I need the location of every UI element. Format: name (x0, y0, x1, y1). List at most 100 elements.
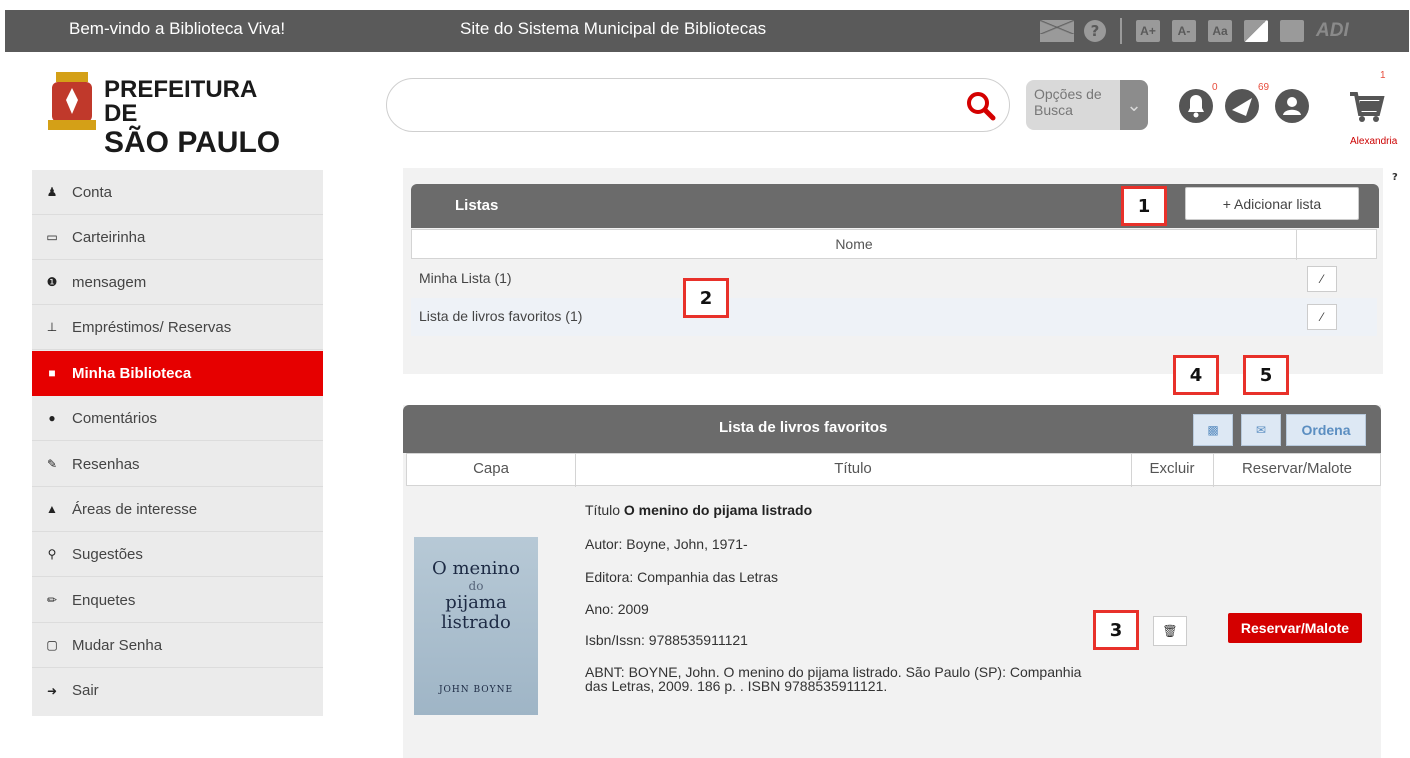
print-button[interactable]: ▩ (1193, 414, 1233, 446)
username[interactable]: Alexandria (1350, 136, 1397, 147)
info-icon: ❶ (46, 275, 58, 289)
callout-4: 4 (1173, 355, 1219, 395)
reserve-button[interactable]: Reservar/Malote (1228, 613, 1362, 643)
sidebar-item-label: Comentários (72, 409, 158, 427)
callout-5: 5 (1243, 355, 1289, 395)
sidebar-item-label: Minha Biblioteca (72, 364, 192, 382)
top-bar-icons: ? A+ A- Aa ADI (1040, 16, 1349, 46)
book-publisher: Editora: Companhia das Letras (585, 569, 778, 585)
top-bar: Bem-vindo a Biblioteca Viva! Site do Sis… (5, 10, 1409, 52)
sidebar-item-label: Mudar Senha (72, 636, 163, 654)
help-link[interactable]: ? (1392, 172, 1398, 183)
chevron-down-icon: ⌄ (1120, 80, 1148, 130)
edit-icon: ✏ (46, 593, 58, 607)
comment-icon: ● (48, 411, 56, 425)
cover-author: JOHN BOYNE (438, 685, 514, 695)
favorites-panel-header: Lista de livros favoritos (403, 405, 1381, 453)
sidebar-item-minha-biblioteca[interactable]: ■ Minha Biblioteca (32, 351, 323, 396)
user-icon: ♟ (46, 185, 58, 199)
lists-table-header: Nome (411, 229, 1377, 260)
cover-title-line: listrado (441, 612, 511, 633)
divider (1120, 18, 1122, 44)
edit-icon[interactable]: ⁄ (1307, 304, 1337, 330)
book-year: Ano: 2009 (585, 601, 649, 617)
site-link[interactable]: Site do Sistema Municipal de Bibliotecas (460, 19, 766, 39)
delete-button[interactable]: 🗑 (1153, 616, 1187, 646)
lists-panel-title: Listas (455, 197, 499, 214)
list-row[interactable]: Lista de livros favoritos (1) ⁄ (411, 298, 1377, 336)
sidebar-item-label: Sugestões (72, 545, 143, 563)
user-icon[interactable] (1272, 86, 1312, 126)
column-name: Nome (835, 236, 873, 252)
book-abnt: ABNT: BOYNE, John. O menino do pijama li… (585, 664, 1082, 694)
sign-out-icon: ➜ (46, 683, 58, 698)
notifications-badge: 0 (1212, 82, 1218, 93)
sidebar-item-resenhas[interactable]: ✎ Resenhas (32, 442, 323, 487)
message-icon[interactable] (1222, 86, 1262, 126)
cart-badge: 1 (1380, 70, 1386, 81)
cover-title-line: O menino (432, 558, 520, 579)
font-increase-icon[interactable]: A+ (1136, 20, 1160, 42)
lock-icon: ▢ (46, 638, 58, 652)
book-cover[interactable]: O menino do pijama listrado JOHN BOYNE (414, 537, 538, 715)
bell-icon[interactable] (1176, 86, 1216, 126)
envelope-icon: ✉ (1255, 423, 1267, 437)
logo-text: PREFEITURA DE SÃO PAULO (104, 78, 288, 158)
edit-icon[interactable]: ⁄ (1307, 266, 1337, 292)
search-icon[interactable] (965, 90, 997, 122)
cover-title: O menino do pijama listrado (414, 559, 538, 633)
sidebar-item-enquetes[interactable]: ✏ Enquetes (32, 578, 323, 623)
column-titulo: Título (834, 460, 872, 477)
sidebar-item-comentarios[interactable]: ● Comentários (32, 396, 323, 441)
sort-button[interactable]: Ordena (1286, 414, 1366, 446)
help-icon[interactable]: ? (1084, 20, 1106, 42)
sidebar-item-areas[interactable]: ▲ Áreas de interesse (32, 487, 323, 532)
column-capa: Capa (473, 460, 509, 477)
column-reservar: Reservar/Malote (1241, 460, 1353, 477)
list-name[interactable]: Lista de livros favoritos (1) (419, 308, 582, 324)
list-row[interactable]: Minha Lista (1) ⁄ (411, 260, 1377, 298)
sidebar-item-label: mensagem (72, 273, 147, 291)
sidebar-item-label: Conta (72, 183, 113, 201)
sidebar-item-conta[interactable]: ♟ Conta (32, 170, 323, 215)
crest-icon (48, 72, 96, 130)
mail-icon[interactable] (1040, 20, 1074, 42)
add-list-button[interactable]: + Adicionar lista (1185, 187, 1359, 220)
logo-line-1: PREFEITURA DE (104, 76, 257, 127)
sidebar: ♟ Conta ▭ Carteirinha ❶ mensagem ⊥ Empré… (32, 170, 323, 716)
callout-1: 1 (1121, 186, 1167, 226)
trash-icon: 🗑 (1162, 624, 1178, 638)
column-excluir: Excluir (1149, 460, 1195, 477)
contrast-icon[interactable] (1244, 20, 1268, 42)
search-input[interactable] (386, 78, 1010, 132)
favorites-table-header: Capa Título Excluir Reservar/Malote (406, 453, 1381, 487)
email-button[interactable]: ✉ (1241, 414, 1281, 446)
book-icon: ■ (48, 366, 56, 380)
search-options-button[interactable]: Opções de Busca ⌄ (1026, 80, 1148, 130)
callout-2: 2 (683, 278, 729, 318)
sidebar-item-label: Carteirinha (72, 228, 146, 246)
book-author: Autor: Boyne, John, 1971- (585, 536, 748, 552)
welcome-text: Bem-vindo a Biblioteca Viva! (69, 19, 286, 38)
book-title[interactable]: O menino do pijama listrado (624, 502, 812, 518)
cart-icon[interactable] (1346, 86, 1386, 126)
search-options-label: Opções de Busca (1034, 86, 1102, 118)
sidebar-item-emprestimos[interactable]: ⊥ Empréstimos/ Reservas (32, 305, 323, 350)
pencil-icon: ✎ (46, 457, 58, 471)
sidebar-item-mudar-senha[interactable]: ▢ Mudar Senha (32, 623, 323, 668)
sidebar-item-label: Enquetes (72, 591, 136, 609)
font-decrease-icon[interactable]: A- (1172, 20, 1196, 42)
thumbs-up-icon: ▲ (46, 502, 58, 516)
prefeitura-logo[interactable]: PREFEITURA DE SÃO PAULO (48, 70, 288, 158)
list-name[interactable]: Minha Lista (1) (419, 270, 512, 286)
sidebar-item-sair[interactable]: ➜ Sair (32, 668, 323, 713)
cover-title-line: do (468, 579, 484, 593)
dark-mode-icon[interactable] (1280, 20, 1304, 42)
cover-title-line: pijama (445, 592, 507, 613)
font-reset-icon[interactable]: Aa (1208, 20, 1232, 42)
print-icon: ▩ (1207, 423, 1219, 437)
sidebar-item-sugestoes[interactable]: ⚲ Sugestões (32, 532, 323, 577)
sidebar-item-mensagem[interactable]: ❶ mensagem (32, 260, 323, 305)
sidebar-item-carteirinha[interactable]: ▭ Carteirinha (32, 215, 323, 260)
adi-icon[interactable]: ADI (1316, 20, 1349, 42)
